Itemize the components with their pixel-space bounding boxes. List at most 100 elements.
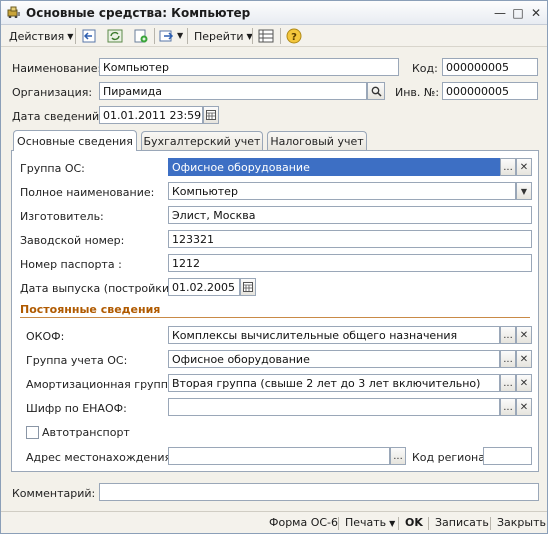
svg-text:?: ? (291, 32, 297, 43)
tab-accounting[interactable]: Бухгалтерский учет (141, 131, 263, 151)
depreciation-group-label: Амортизационная группа: (26, 378, 179, 391)
asset-group-select-button[interactable]: ... (500, 158, 516, 176)
toolbar: Действия ▼ ▼ Перейти ▼ ? (1, 25, 547, 47)
okof-clear-button[interactable]: ✕ (516, 326, 532, 344)
manufacturer-label: Изготовитель: (20, 210, 104, 223)
full-name-dropdown-button[interactable]: ▼ (516, 182, 532, 200)
accounting-group-select-button[interactable]: ... (500, 350, 516, 368)
inventory-number-label: Инв. №: (395, 86, 440, 99)
chevron-down-icon: ▼ (389, 519, 396, 528)
depreciation-group-clear-button[interactable]: ✕ (516, 374, 532, 392)
depreciation-group-select-button[interactable]: ... (500, 374, 516, 392)
clear-icon: ✕ (519, 401, 529, 413)
accounting-group-field[interactable]: Офисное оборудование (168, 350, 500, 368)
go-to-list-icon[interactable] (80, 28, 98, 44)
footer-separator (398, 517, 399, 530)
toolbar-separator (154, 28, 155, 44)
name-label: Наименование: (12, 62, 102, 75)
based-on-icon[interactable] (158, 28, 176, 44)
copy-document-icon[interactable] (132, 28, 150, 44)
save-button[interactable]: Записать (435, 516, 489, 529)
organization-label: Организация: (12, 86, 93, 99)
clear-icon: ✕ (519, 161, 529, 173)
close-window-button[interactable]: ✕ (528, 5, 544, 20)
form-os6-button[interactable]: Форма ОС-6 (269, 516, 338, 529)
calendar-icon (243, 282, 253, 292)
inventory-number-field[interactable]: 000000005 (442, 82, 538, 100)
tab-tax-accounting[interactable]: Налоговый учет (267, 131, 367, 151)
goto-label: Перейти (194, 29, 244, 43)
ok-button[interactable]: OK (405, 516, 423, 529)
help-icon[interactable]: ? (285, 28, 303, 44)
print-label: Печать (345, 516, 387, 529)
enaof-code-field[interactable] (168, 398, 500, 416)
serial-number-field[interactable]: 123321 (168, 230, 532, 248)
title-bar: Основные средства: Компьютер — □ ✕ (1, 1, 547, 25)
release-date-label: Дата выпуска (постройки): (20, 282, 178, 295)
tab-basic-info[interactable]: Основные сведения (13, 130, 137, 151)
print-menu-button[interactable]: Печать ▼ (345, 516, 395, 529)
enaof-code-label: Шифр по ЕНАОФ: (26, 402, 127, 415)
section-divider (20, 317, 530, 318)
window: Основные средства: Компьютер — □ ✕ Дейст… (0, 0, 548, 534)
motor-vehicle-checkbox[interactable] (26, 426, 39, 439)
code-field[interactable]: 000000005 (442, 58, 538, 76)
passport-number-label: Номер паспорта : (20, 258, 122, 271)
address-select-button[interactable]: ... (390, 447, 406, 465)
name-field[interactable]: Компьютер (99, 58, 399, 76)
okof-field[interactable]: Комплексы вычислительные общего назначен… (168, 326, 500, 344)
organization-search-button[interactable] (367, 82, 385, 100)
full-name-field[interactable]: Компьютер (168, 182, 516, 200)
structure-icon[interactable] (257, 28, 275, 44)
minimize-button[interactable]: — (492, 5, 508, 20)
maximize-button[interactable]: □ (510, 5, 526, 20)
comment-label: Комментарий: (12, 487, 96, 500)
close-button[interactable]: Закрыть (497, 516, 546, 529)
release-date-calendar-button[interactable] (240, 278, 256, 296)
serial-number-label: Заводской номер: (20, 234, 125, 247)
motor-vehicle-label: Автотранспорт (42, 426, 130, 439)
full-name-label: Полное наименование: (20, 186, 155, 199)
footer-separator (338, 517, 339, 530)
asset-group-label: Группа ОС: (20, 162, 85, 175)
asset-group-field[interactable]: Офисное оборудование (168, 158, 500, 176)
clear-icon: ✕ (519, 329, 529, 341)
region-code-label: Код региона: (412, 451, 489, 464)
actions-menu[interactable]: Действия ▼ (9, 27, 73, 45)
goto-menu[interactable]: Перейти ▼ (194, 27, 253, 45)
footer-separator (490, 517, 491, 530)
accounting-group-clear-button[interactable]: ✕ (516, 350, 532, 368)
chevron-down-icon: ▼ (520, 186, 528, 196)
release-date-field[interactable]: 01.02.2005 (168, 278, 240, 296)
manufacturer-field[interactable]: Элист, Москва (168, 206, 532, 224)
enaof-code-select-button[interactable]: ... (500, 398, 516, 416)
enaof-code-clear-button[interactable]: ✕ (516, 398, 532, 416)
passport-number-field[interactable]: 1212 (168, 254, 532, 272)
accounting-group-label: Группа учета ОС: (26, 354, 128, 367)
footer-bar: Форма ОС-6 Печать ▼ OK Записать Закрыть (1, 511, 547, 533)
chevron-down-icon[interactable]: ▼ (177, 31, 183, 40)
actions-label: Действия (9, 29, 65, 43)
section-title: Постоянные сведения (20, 303, 161, 316)
region-code-field[interactable] (483, 447, 532, 465)
toolbar-separator (187, 28, 188, 44)
comment-field[interactable] (99, 483, 539, 501)
toolbar-separator (280, 28, 281, 44)
organization-field[interactable]: Пирамида (99, 82, 367, 100)
depreciation-group-field[interactable]: Вторая группа (свыше 2 лет до 3 лет вклю… (168, 374, 500, 392)
toolbar-separator (75, 28, 76, 44)
info-date-calendar-button[interactable] (203, 106, 219, 124)
okof-select-button[interactable]: ... (500, 326, 516, 344)
clear-icon: ✕ (519, 377, 529, 389)
asset-group-clear-button[interactable]: ✕ (516, 158, 532, 176)
fixed-assets-icon (7, 6, 20, 18)
address-field[interactable] (168, 447, 390, 465)
footer-separator (428, 517, 429, 530)
window-title: Основные средства: Компьютер (26, 6, 251, 20)
chevron-down-icon: ▼ (67, 31, 74, 41)
calendar-icon (206, 110, 216, 120)
clear-icon: ✕ (519, 353, 529, 365)
refresh-icon[interactable] (106, 28, 124, 44)
info-date-field[interactable]: 01.01.2011 23:59:59 (99, 106, 203, 124)
code-label: Код: (412, 62, 438, 75)
